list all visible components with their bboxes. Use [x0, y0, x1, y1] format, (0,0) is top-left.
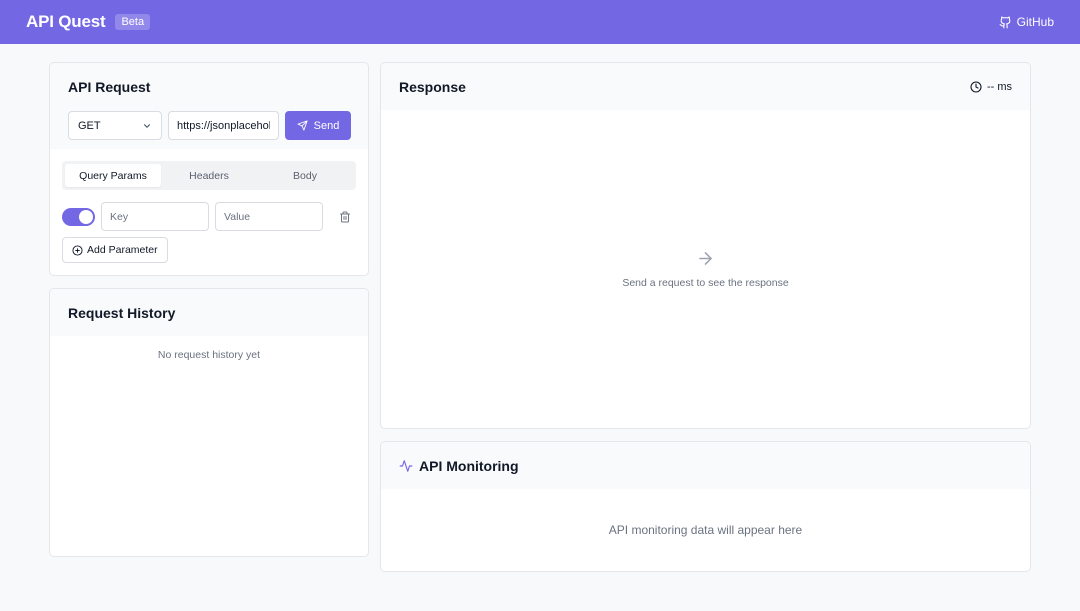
github-label: GitHub [1016, 15, 1054, 29]
response-time: -- ms [970, 81, 1012, 93]
api-monitoring-title: API Monitoring [419, 457, 519, 474]
api-monitoring-card: API Monitoring API monitoring data will … [380, 441, 1031, 572]
brand: API Quest Beta [26, 12, 151, 32]
github-link[interactable]: GitHub [999, 15, 1054, 29]
param-row [62, 202, 357, 231]
monitoring-empty-text: API monitoring data will appear here [608, 523, 803, 537]
history-empty-text: No request history yet [157, 349, 261, 361]
add-parameter-label: Add Parameter [87, 244, 158, 256]
url-input[interactable] [168, 111, 279, 140]
app-header: API Quest Beta GitHub [0, 0, 1080, 44]
send-label: Send [313, 119, 340, 132]
clock-icon [970, 80, 982, 93]
response-title: Response [399, 78, 466, 95]
request-history-header: Request History [50, 289, 368, 336]
add-parameter-button[interactable]: Add Parameter [62, 237, 168, 263]
param-value-input[interactable] [215, 202, 323, 231]
arrow-right-icon [699, 252, 712, 265]
response-time-value: -- ms [986, 80, 1012, 93]
api-monitoring-header: API Monitoring [381, 442, 1030, 489]
api-monitoring-heading: API Monitoring [399, 458, 519, 474]
github-icon [999, 16, 1011, 28]
method-select[interactable]: GET [68, 111, 162, 140]
trash-icon [340, 211, 350, 222]
request-history-title: Request History [68, 304, 176, 321]
tab-headers[interactable]: Headers [161, 164, 257, 187]
api-request-header: API Request [50, 63, 368, 110]
response-header: Response -- ms [381, 63, 1030, 110]
activity-icon [399, 459, 413, 472]
tab-body[interactable]: Body [257, 164, 353, 187]
request-history-card: Request History No request history yet [49, 288, 369, 557]
delete-param-button[interactable] [333, 205, 357, 229]
response-empty-text: Send a request to see the response [622, 277, 789, 289]
param-enabled-toggle[interactable] [62, 207, 95, 226]
tab-query-params[interactable]: Query Params [65, 164, 161, 187]
request-tabs: Query Params Headers Body [62, 161, 356, 190]
chevron-down-icon [144, 123, 150, 128]
method-value: GET [78, 119, 101, 132]
request-bar: GET Send [68, 111, 351, 140]
api-request-title: API Request [68, 78, 151, 95]
response-empty-state: Send a request to see the response [381, 249, 1030, 289]
response-card: Response -- ms Send a request to see the… [380, 62, 1031, 429]
api-request-card: API Request GET Send Query Params Header… [49, 62, 369, 276]
send-button[interactable]: Send [285, 111, 351, 140]
beta-badge: Beta [115, 14, 151, 30]
plus-circle-icon [72, 244, 83, 256]
param-key-input[interactable] [101, 202, 209, 231]
send-icon [297, 120, 308, 131]
app-title: API Quest [26, 12, 106, 31]
